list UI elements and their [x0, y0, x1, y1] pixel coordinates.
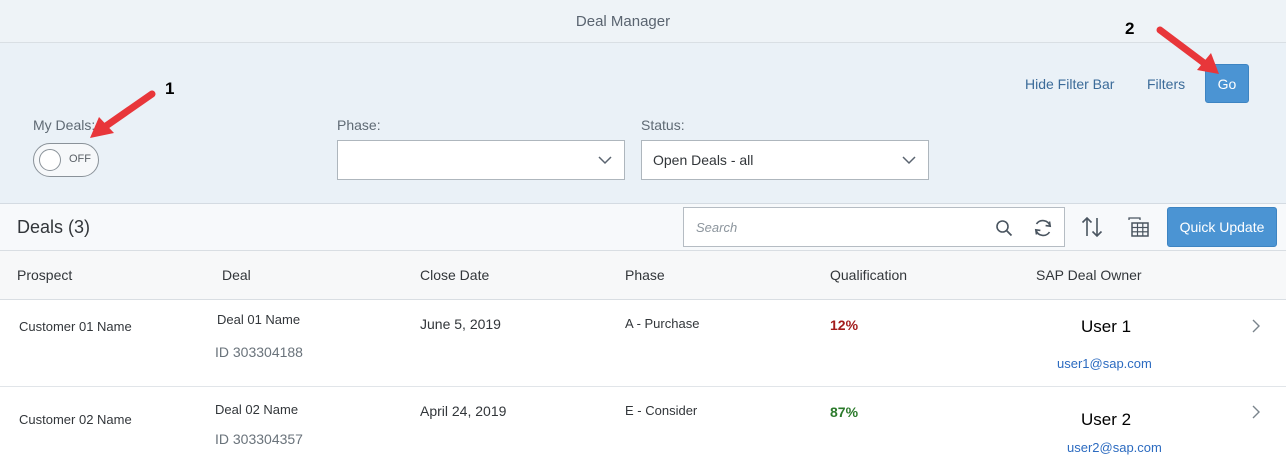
deal-id-cell: ID 303304357 [215, 431, 303, 447]
deal-name-cell: Deal 02 Name [215, 402, 299, 417]
phase-select[interactable] [337, 140, 625, 180]
column-header-qualification[interactable]: Qualification [830, 267, 907, 283]
search-input[interactable] [685, 209, 975, 245]
phase-label: Phase: [337, 117, 381, 133]
table-title: Deals (3) [17, 217, 91, 237]
table-toolbar: Deals (3) Quick Update [0, 204, 1286, 251]
deal-name-cell: Deal 01 Name [217, 312, 301, 327]
owner-name-cell: User 2 [1081, 410, 1132, 429]
close-date-cell: June 5, 2019 [420, 316, 501, 332]
go-button[interactable]: Go [1205, 64, 1249, 103]
table-header: Prospect Deal Close Date Phase Qualifica… [0, 251, 1286, 300]
phase-cell: A - Purchase [625, 316, 700, 331]
sort-icon[interactable] [1080, 215, 1104, 239]
annotation-number-2: 2 [1125, 19, 1135, 38]
table-settings-icon[interactable] [1127, 215, 1151, 239]
column-header-close-date[interactable]: Close Date [420, 267, 489, 283]
owner-email-link[interactable]: user1@sap.com [1057, 356, 1152, 371]
prospect-cell: Customer 02 Name [19, 412, 132, 427]
column-header-deal[interactable]: Deal [222, 267, 251, 283]
table-row[interactable]: Customer 01 Name Deal 01 Name ID 3033041… [0, 300, 1286, 387]
phase-cell: E - Consider [625, 403, 698, 418]
column-header-phase[interactable]: Phase [625, 267, 665, 283]
quick-update-button[interactable]: Quick Update [1167, 207, 1277, 247]
column-header-prospect[interactable]: Prospect [17, 267, 72, 283]
prospect-cell: Customer 01 Name [19, 319, 132, 334]
owner-email-link[interactable]: user2@sap.com [1067, 440, 1162, 455]
annotation-number-1: 1 [165, 79, 175, 98]
my-deals-label: My Deals: [33, 117, 96, 133]
my-deals-switch[interactable]: OFF [33, 143, 99, 177]
search-field[interactable] [683, 207, 1065, 247]
deal-id-cell: ID 303304188 [215, 344, 303, 360]
app-title: Deal Manager [575, 12, 671, 30]
shell-header: Deal Manager [0, 0, 1286, 43]
status-label: Status: [641, 117, 685, 133]
refresh-icon[interactable] [1032, 217, 1054, 239]
column-header-deal-owner[interactable]: SAP Deal Owner [1036, 267, 1142, 283]
chevron-right-icon[interactable] [1251, 405, 1261, 419]
search-icon[interactable] [995, 219, 1013, 237]
close-date-cell: April 24, 2019 [420, 403, 507, 419]
chevron-right-icon[interactable] [1251, 319, 1261, 333]
switch-state-text: OFF [69, 153, 91, 165]
filters-link[interactable]: Filters [1147, 76, 1185, 92]
hide-filter-bar-link[interactable]: Hide Filter Bar [1025, 76, 1114, 92]
qualification-cell: 12% [830, 317, 859, 333]
chevron-down-icon [902, 156, 916, 165]
owner-name-cell: User 1 [1081, 317, 1132, 336]
status-select-value: Open Deals - all [653, 152, 754, 168]
qualification-cell: 87% [830, 404, 859, 420]
filter-bar: Hide Filter Bar Filters Go My Deals: OFF… [0, 43, 1286, 204]
table-row[interactable]: Customer 02 Name Deal 02 Name ID 3033043… [0, 388, 1286, 472]
status-select[interactable]: Open Deals - all [641, 140, 929, 180]
switch-knob [39, 149, 61, 171]
chevron-down-icon [598, 156, 612, 165]
